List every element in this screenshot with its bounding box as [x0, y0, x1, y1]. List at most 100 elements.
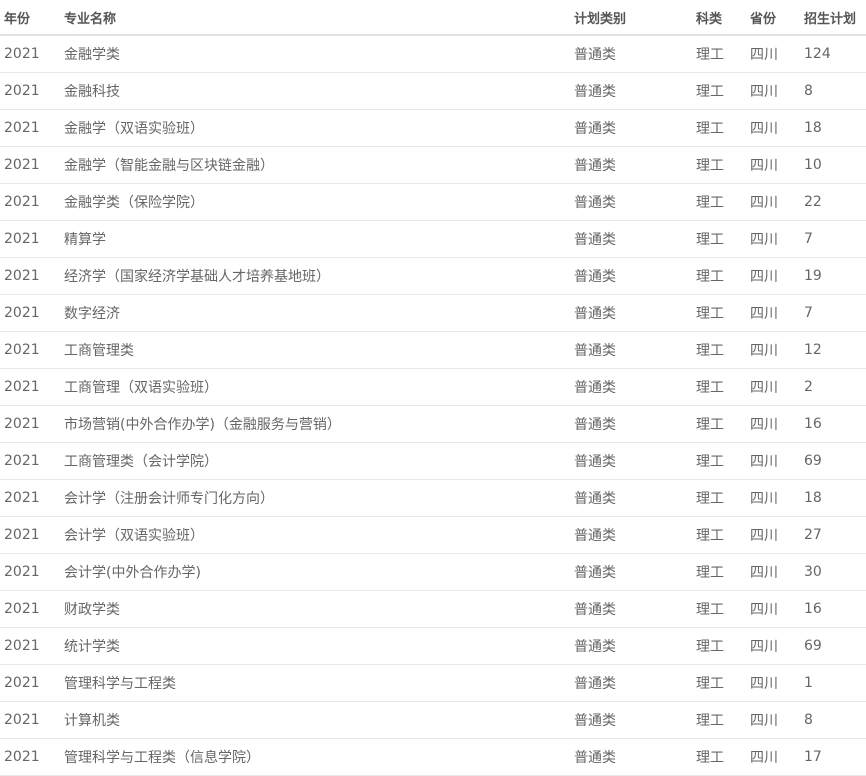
- cell-year: 2021: [0, 72, 60, 110]
- cell-subject: 理工: [692, 35, 746, 73]
- cell-major: 会计学（双语实验班）: [60, 516, 570, 554]
- table-row: 2021 财政学类 普通类 理工 四川 16: [0, 590, 866, 628]
- cell-major: 统计学类: [60, 627, 570, 665]
- cell-province: 四川: [746, 701, 800, 739]
- cell-province: 四川: [746, 405, 800, 443]
- header-plan-type: 计划类别: [570, 0, 692, 36]
- table-row: 2021 会计学(中外合作办学) 普通类 理工 四川 30: [0, 553, 866, 591]
- cell-plan-type: 普通类: [570, 257, 692, 295]
- cell-year: 2021: [0, 109, 60, 147]
- table-row: 2021 管理科学与工程类 普通类 理工 四川 1: [0, 664, 866, 702]
- cell-year: 2021: [0, 35, 60, 73]
- cell-major: 市场营销(中外合作办学)（金融服务与营销）: [60, 405, 570, 443]
- table-body: 2021 金融学类 普通类 理工 四川 124 2021 金融科技 普通类 理工 四川 8 2021 金融…: [0, 35, 866, 776]
- cell-year: 2021: [0, 294, 60, 332]
- cell-year: 2021: [0, 146, 60, 184]
- cell-subject: 理工: [692, 405, 746, 443]
- cell-plan-count: 69: [800, 627, 866, 665]
- cell-plan-count: 18: [800, 479, 866, 517]
- cell-major: 管理科学与工程类: [60, 664, 570, 702]
- cell-major: 金融学（智能金融与区块链金融）: [60, 146, 570, 184]
- cell-province: 四川: [746, 257, 800, 295]
- cell-province: 四川: [746, 368, 800, 406]
- cell-subject: 理工: [692, 479, 746, 517]
- table-row: 2021 金融学（智能金融与区块链金融） 普通类 理工 四川 10: [0, 146, 866, 184]
- cell-year: 2021: [0, 738, 60, 776]
- cell-plan-count: 17: [800, 738, 866, 776]
- cell-plan-count: 10: [800, 146, 866, 184]
- cell-plan-type: 普通类: [570, 479, 692, 517]
- cell-plan-type: 普通类: [570, 220, 692, 258]
- cell-plan-count: 12: [800, 331, 866, 369]
- cell-major: 精算学: [60, 220, 570, 258]
- cell-plan-type: 普通类: [570, 627, 692, 665]
- cell-province: 四川: [746, 738, 800, 776]
- cell-year: 2021: [0, 664, 60, 702]
- table-row: 2021 计算机类 普通类 理工 四川 8: [0, 701, 866, 739]
- cell-plan-count: 30: [800, 553, 866, 591]
- table-row: 2021 管理科学与工程类（信息学院） 普通类 理工 四川 17: [0, 738, 866, 776]
- cell-year: 2021: [0, 590, 60, 628]
- cell-plan-count: 19: [800, 257, 866, 295]
- cell-major: 工商管理（双语实验班）: [60, 368, 570, 406]
- cell-year: 2021: [0, 257, 60, 295]
- cell-plan-count: 1: [800, 664, 866, 702]
- table-row: 2021 会计学（双语实验班） 普通类 理工 四川 27: [0, 516, 866, 554]
- cell-subject: 理工: [692, 516, 746, 554]
- cell-plan-count: 8: [800, 701, 866, 739]
- enrollment-plan-table: 年份 专业名称 计划类别 科类 省份 招生计划 2021 金融学类 普通类 理工 四川 1…: [0, 0, 866, 776]
- cell-subject: 理工: [692, 553, 746, 591]
- cell-subject: 理工: [692, 627, 746, 665]
- cell-province: 四川: [746, 627, 800, 665]
- table-row: 2021 工商管理（双语实验班） 普通类 理工 四川 2: [0, 368, 866, 406]
- cell-plan-type: 普通类: [570, 109, 692, 147]
- cell-major: 计算机类: [60, 701, 570, 739]
- cell-subject: 理工: [692, 331, 746, 369]
- cell-major: 经济学（国家经济学基础人才培养基地班）: [60, 257, 570, 295]
- cell-subject: 理工: [692, 738, 746, 776]
- cell-plan-type: 普通类: [570, 183, 692, 221]
- cell-province: 四川: [746, 109, 800, 147]
- cell-major: 财政学类: [60, 590, 570, 628]
- cell-plan-count: 69: [800, 442, 866, 480]
- cell-subject: 理工: [692, 294, 746, 332]
- cell-plan-type: 普通类: [570, 368, 692, 406]
- cell-subject: 理工: [692, 183, 746, 221]
- cell-major: 管理科学与工程类（信息学院）: [60, 738, 570, 776]
- cell-subject: 理工: [692, 257, 746, 295]
- cell-year: 2021: [0, 701, 60, 739]
- cell-year: 2021: [0, 627, 60, 665]
- table-row: 2021 工商管理类（会计学院） 普通类 理工 四川 69: [0, 442, 866, 480]
- cell-year: 2021: [0, 220, 60, 258]
- cell-plan-type: 普通类: [570, 664, 692, 702]
- cell-subject: 理工: [692, 442, 746, 480]
- cell-subject: 理工: [692, 220, 746, 258]
- cell-plan-count: 16: [800, 405, 866, 443]
- cell-plan-type: 普通类: [570, 553, 692, 591]
- cell-subject: 理工: [692, 664, 746, 702]
- cell-province: 四川: [746, 516, 800, 554]
- cell-major: 工商管理类: [60, 331, 570, 369]
- cell-plan-count: 22: [800, 183, 866, 221]
- cell-province: 四川: [746, 72, 800, 110]
- cell-major: 金融学类: [60, 35, 570, 73]
- cell-year: 2021: [0, 368, 60, 406]
- table-row: 2021 市场营销(中外合作办学)（金融服务与营销） 普通类 理工 四川 16: [0, 405, 866, 443]
- cell-province: 四川: [746, 35, 800, 73]
- cell-plan-count: 27: [800, 516, 866, 554]
- table-row: 2021 精算学 普通类 理工 四川 7: [0, 220, 866, 258]
- cell-province: 四川: [746, 331, 800, 369]
- cell-province: 四川: [746, 294, 800, 332]
- cell-subject: 理工: [692, 109, 746, 147]
- cell-province: 四川: [746, 553, 800, 591]
- cell-subject: 理工: [692, 590, 746, 628]
- cell-subject: 理工: [692, 146, 746, 184]
- cell-plan-count: 8: [800, 72, 866, 110]
- cell-major: 金融学（双语实验班）: [60, 109, 570, 147]
- cell-plan-type: 普通类: [570, 442, 692, 480]
- cell-plan-type: 普通类: [570, 516, 692, 554]
- cell-major: 会计学(中外合作办学): [60, 553, 570, 591]
- cell-province: 四川: [746, 146, 800, 184]
- table-row: 2021 经济学（国家经济学基础人才培养基地班） 普通类 理工 四川 19: [0, 257, 866, 295]
- cell-province: 四川: [746, 183, 800, 221]
